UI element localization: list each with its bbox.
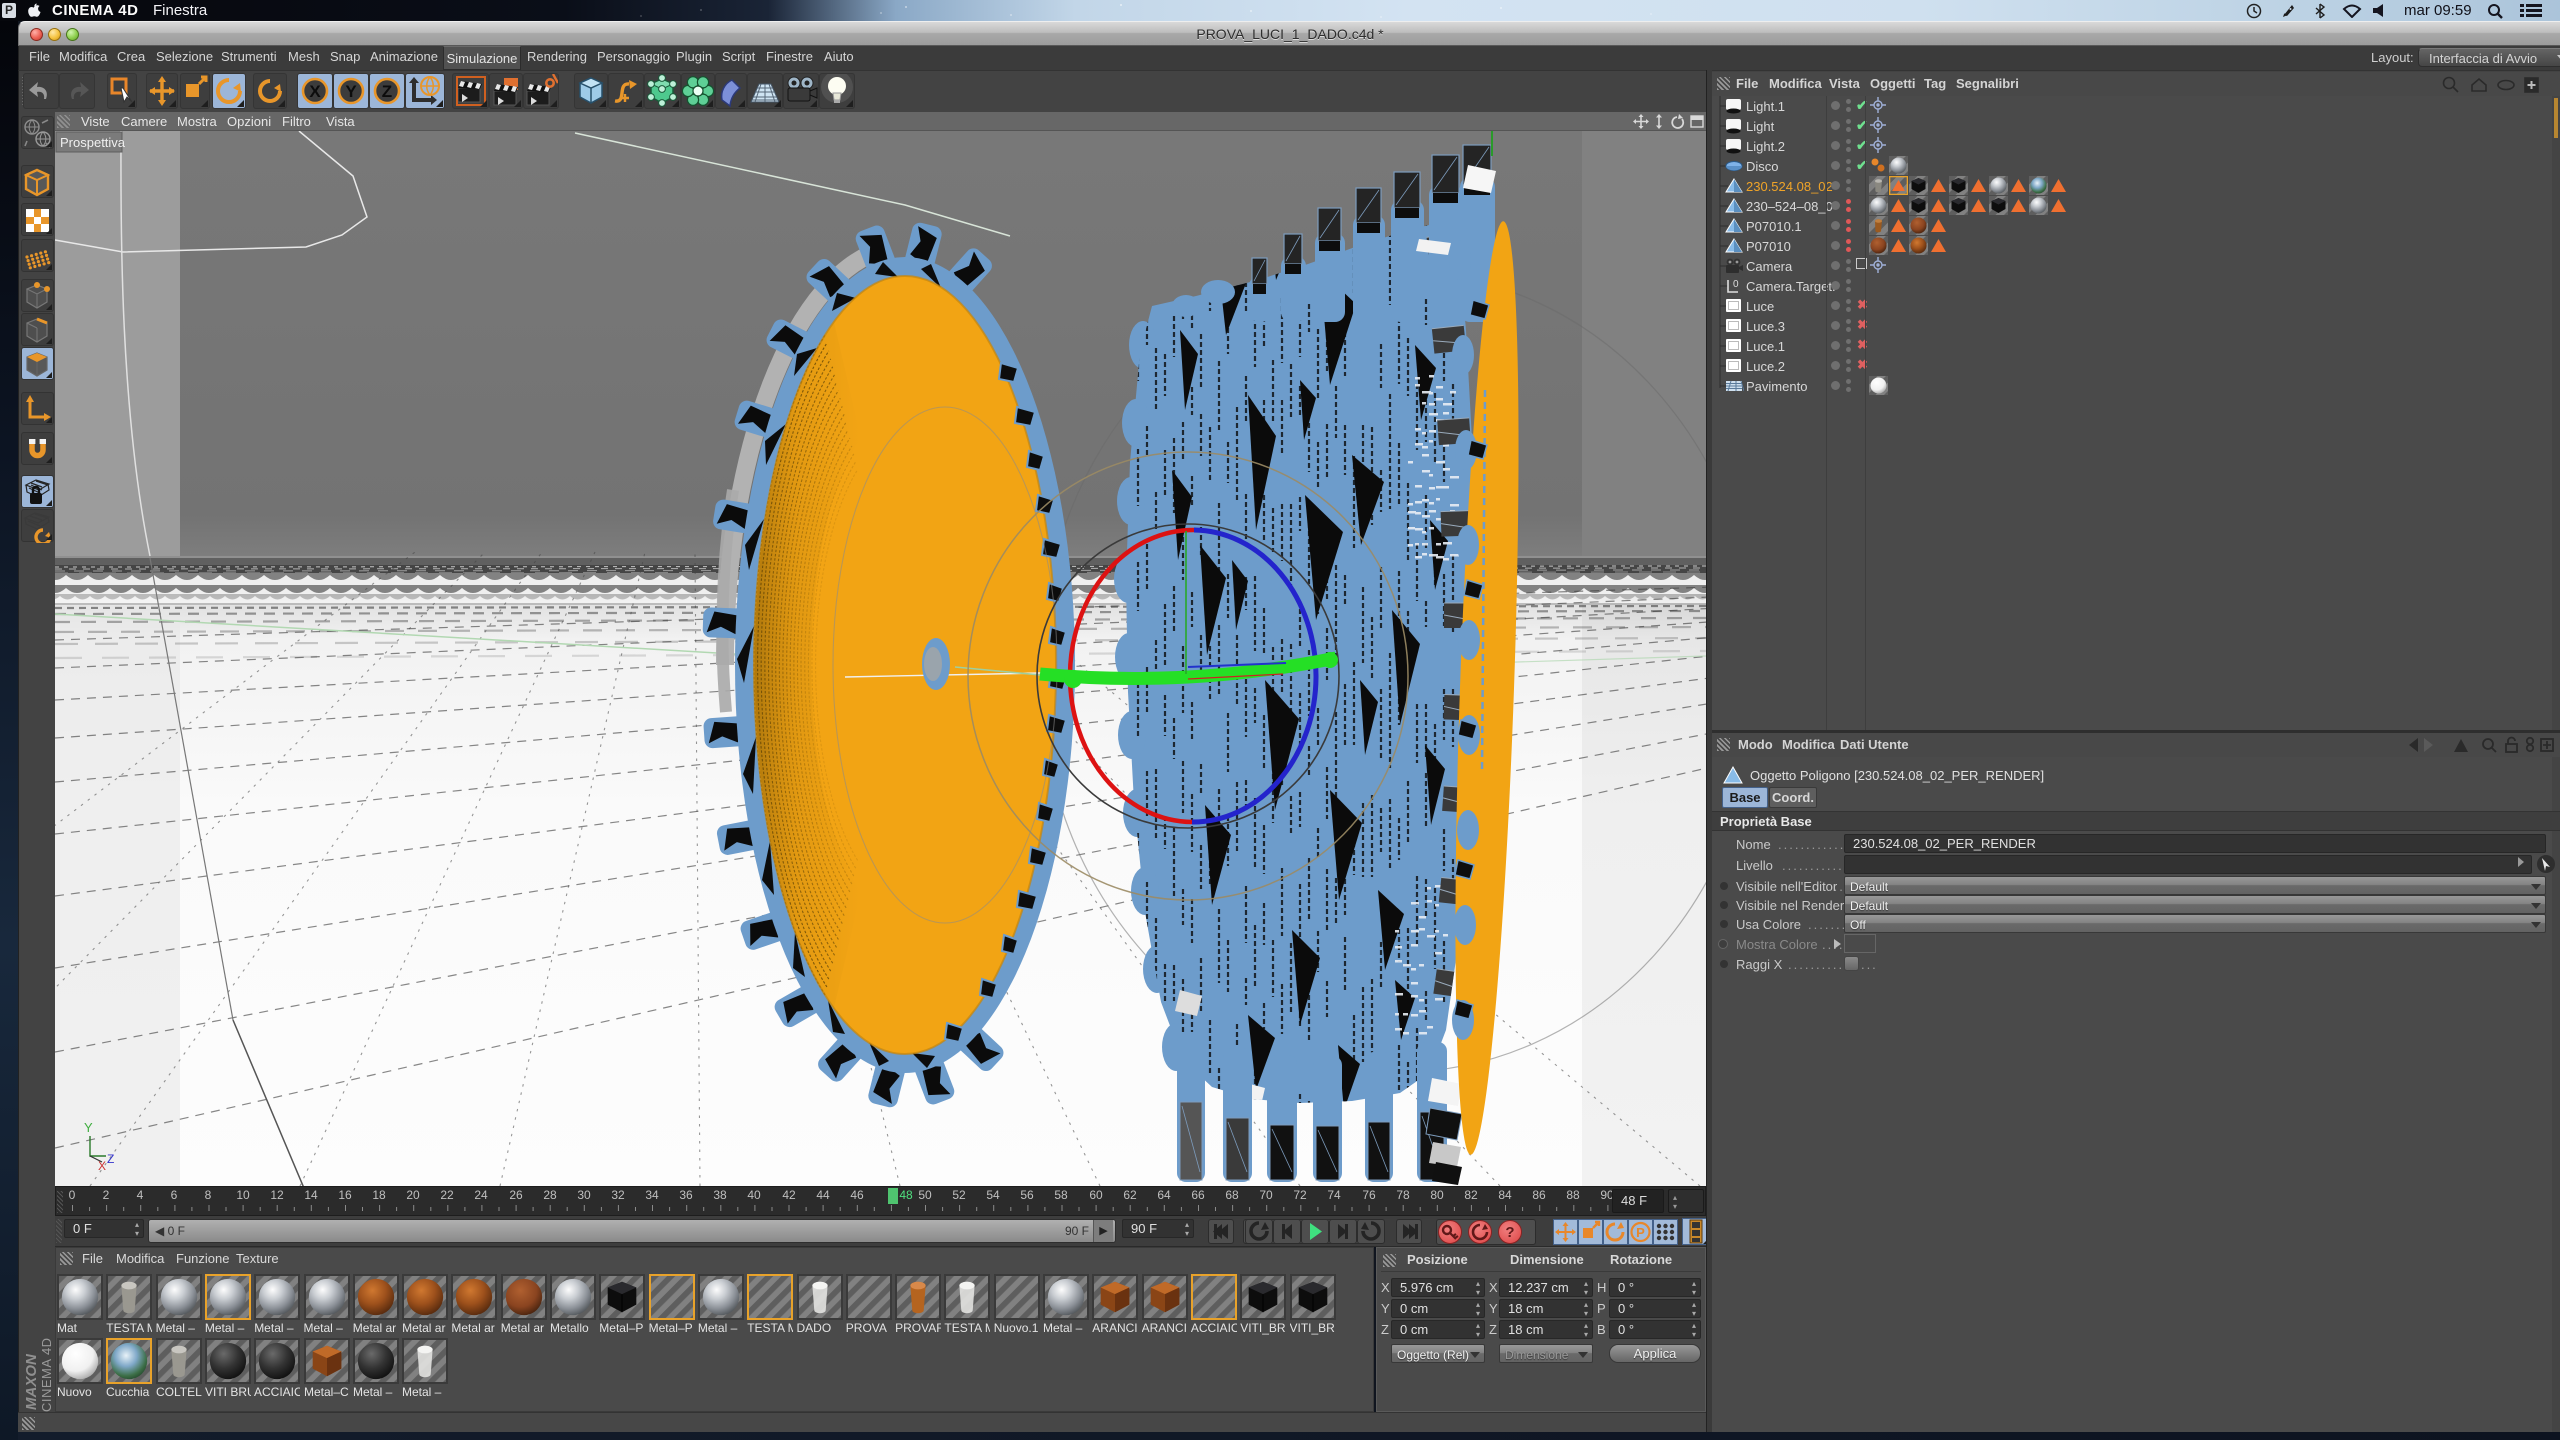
svg-text:X: X bbox=[98, 1159, 106, 1173]
svg-text:Y: Y bbox=[84, 1120, 93, 1135]
svg-text:Z: Z bbox=[382, 82, 392, 101]
svg-text:P: P bbox=[1636, 1225, 1645, 1240]
svg-text:X: X bbox=[309, 82, 321, 101]
svg-text:Prospettiva: Prospettiva bbox=[60, 135, 126, 150]
svg-text:Y: Y bbox=[345, 82, 357, 101]
svg-text:0: 0 bbox=[1733, 279, 1739, 290]
svg-text:?: ? bbox=[1505, 1224, 1514, 1241]
svg-text:Z: Z bbox=[107, 1152, 114, 1166]
